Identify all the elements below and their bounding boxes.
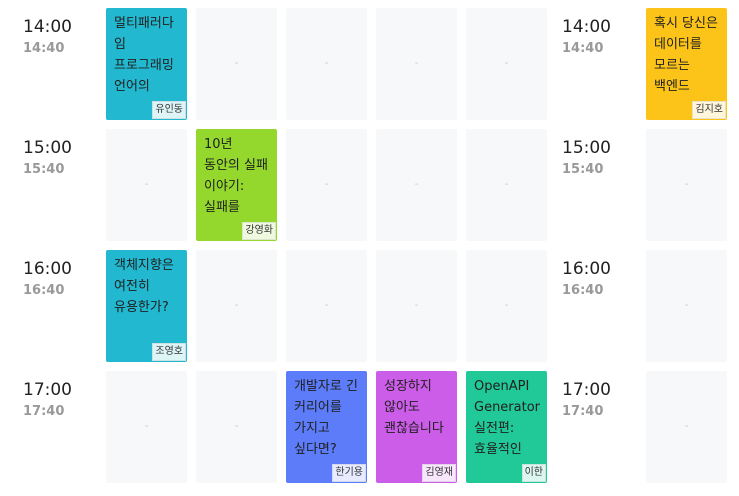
empty-marker: -	[234, 421, 239, 432]
slot-start-time: 16:00	[562, 259, 611, 279]
slot-end-time: 17:40	[562, 404, 604, 419]
session-title: 객체지향은 여전히 유용한가?	[114, 258, 174, 315]
empty-marker: -	[504, 58, 509, 69]
session-card[interactable]: 객체지향은 여전히 유용한가? 조영호	[106, 250, 187, 362]
slot-end-time: 14:40	[23, 41, 65, 56]
empty-marker: -	[144, 179, 149, 190]
session-card[interactable]: 성장하지 않아도 괜찮습니다 김영재	[376, 371, 457, 483]
speaker-name: 이한	[521, 464, 546, 482]
empty-slot: -	[376, 8, 457, 120]
session-title: 성장하지 않아도 괜찮습니다	[384, 379, 444, 436]
session-card[interactable]: 10년 동안의 실패 이야기: 실패를 의미있… 강영화	[196, 129, 277, 241]
slot-start-time: 17:00	[562, 380, 611, 400]
session-card[interactable]: 개발자로 긴 커리어를 가지고 싶다면? 한기용	[286, 371, 367, 483]
slot-start-time: 14:00	[23, 17, 72, 37]
session-card[interactable]: 혹시 당신은 데이터를 모르는 백엔드 개발자 인… 김지호	[646, 8, 727, 120]
empty-marker: -	[324, 58, 329, 69]
empty-slot: -	[286, 250, 367, 362]
session-title: 멀티패러다임 프로그래밍 언어의 시대: 객…	[114, 16, 174, 94]
speaker-name: 조영호	[152, 343, 186, 361]
session-title: OpenAPI Generator 실전편: 효율적인 코…	[474, 379, 541, 457]
slot-end-time: 17:40	[23, 404, 65, 419]
speaker-name: 한기용	[332, 464, 366, 482]
empty-slot: -	[106, 129, 187, 241]
session-title: 혹시 당신은 데이터를 모르는 백엔드 개발자 인…	[654, 16, 718, 94]
empty-slot: -	[466, 8, 547, 120]
slot-end-time: 15:40	[562, 162, 604, 177]
slot-start-time: 15:00	[23, 138, 72, 158]
empty-slot: -	[466, 129, 547, 241]
speaker-name: 유인동	[152, 101, 186, 119]
slot-start-time: 15:00	[562, 138, 611, 158]
slot-end-time: 14:40	[562, 41, 604, 56]
speaker-name: 김영재	[422, 464, 456, 482]
empty-marker: -	[324, 300, 329, 311]
speaker-name: 강영화	[242, 222, 276, 240]
session-title: 10년 동안의 실패 이야기: 실패를 의미있…	[204, 137, 268, 215]
slot-start-time: 16:00	[23, 259, 72, 279]
empty-slot: -	[646, 129, 727, 241]
empty-slot: -	[646, 371, 727, 483]
empty-slot: -	[106, 371, 187, 483]
empty-marker: -	[414, 58, 419, 69]
empty-marker: -	[504, 179, 509, 190]
empty-slot: -	[376, 129, 457, 241]
empty-slot: -	[286, 8, 367, 120]
empty-marker: -	[234, 300, 239, 311]
speaker-name: 김지호	[692, 101, 726, 119]
empty-slot: -	[196, 371, 277, 483]
session-card[interactable]: OpenAPI Generator 실전편: 효율적인 코… 이한	[466, 371, 547, 483]
slot-start-time: 17:00	[23, 380, 72, 400]
empty-marker: -	[234, 58, 239, 69]
empty-marker: -	[414, 300, 419, 311]
empty-marker: -	[144, 421, 149, 432]
slot-end-time: 16:40	[23, 283, 65, 298]
empty-marker: -	[684, 421, 689, 432]
empty-slot: -	[466, 250, 547, 362]
session-title: 개발자로 긴 커리어를 가지고 싶다면?	[294, 379, 358, 457]
empty-marker: -	[684, 179, 689, 190]
empty-slot: -	[286, 129, 367, 241]
slot-end-time: 16:40	[562, 283, 604, 298]
slot-start-time: 14:00	[562, 17, 611, 37]
empty-slot: -	[376, 250, 457, 362]
session-card[interactable]: 멀티패러다임 프로그래밍 언어의 시대: 객… 유인동	[106, 8, 187, 120]
empty-marker: -	[684, 300, 689, 311]
empty-slot: -	[196, 250, 277, 362]
empty-marker: -	[414, 179, 419, 190]
empty-marker: -	[324, 179, 329, 190]
empty-marker: -	[504, 300, 509, 311]
slot-end-time: 15:40	[23, 162, 65, 177]
empty-slot: -	[646, 250, 727, 362]
empty-slot: -	[196, 8, 277, 120]
